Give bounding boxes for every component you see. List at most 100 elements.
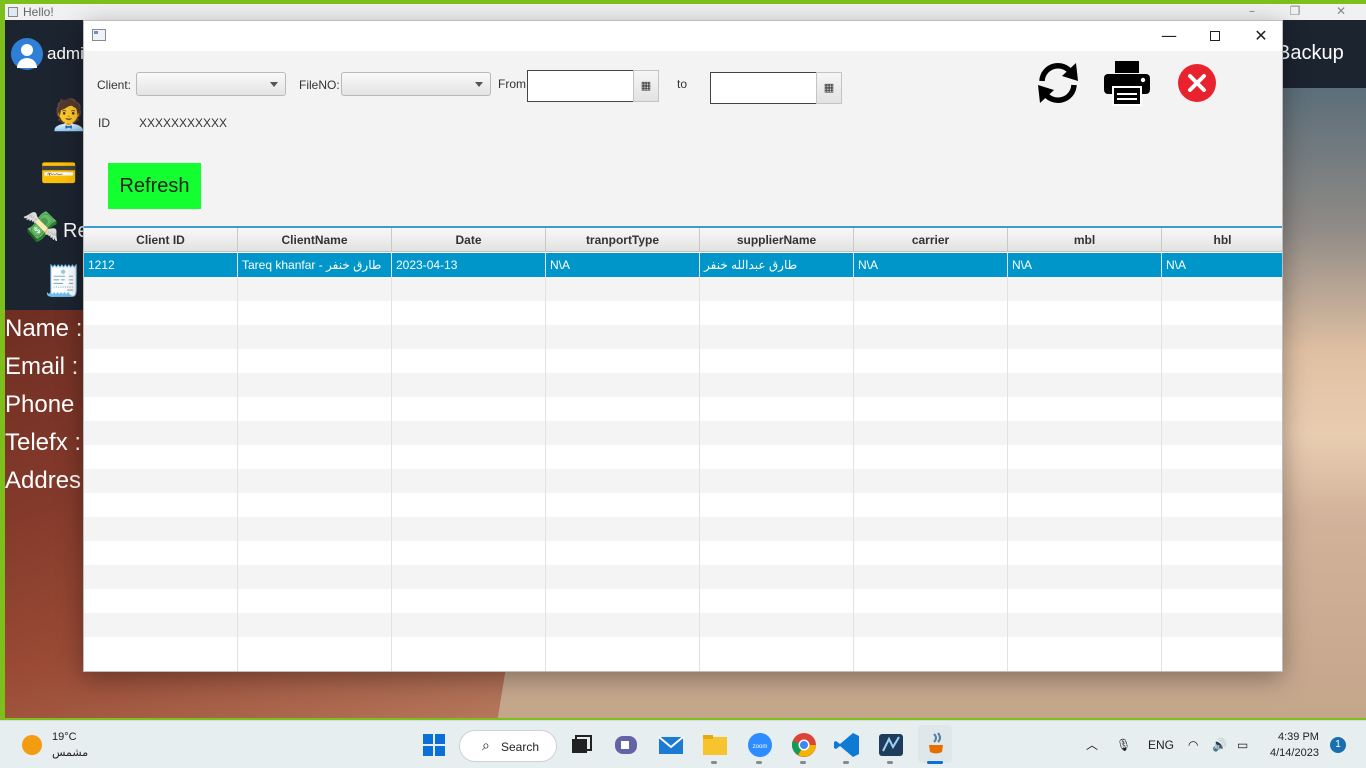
windows-start-icon[interactable] bbox=[420, 731, 448, 759]
sun-icon[interactable] bbox=[22, 735, 42, 755]
background-maximize-button[interactable]: ❐ bbox=[1285, 4, 1305, 20]
from-date-input[interactable] bbox=[527, 70, 634, 102]
id-value: XXXXXXXXXXX bbox=[139, 116, 228, 130]
column-header[interactable]: carrier bbox=[854, 228, 1008, 252]
reload-icon[interactable] bbox=[1032, 57, 1084, 109]
column-divider bbox=[237, 252, 238, 671]
to-date-input[interactable] bbox=[710, 72, 817, 104]
column-header[interactable]: tranportType bbox=[546, 228, 700, 252]
background-app-icon bbox=[8, 7, 18, 17]
from-date-picker-button[interactable]: ▦ bbox=[633, 70, 659, 102]
table-cell: طارق عبدالله خنفر bbox=[704, 258, 798, 272]
table-row[interactable] bbox=[84, 565, 1282, 589]
clock-time[interactable]: 4:39 PM bbox=[1278, 730, 1319, 744]
vscode-icon[interactable] bbox=[833, 731, 861, 759]
table-row[interactable] bbox=[84, 541, 1282, 565]
table-cell: N\A bbox=[550, 258, 571, 272]
table-cell: 1212 bbox=[88, 258, 115, 272]
table-row[interactable] bbox=[84, 613, 1282, 637]
file-explorer-icon[interactable] bbox=[701, 731, 729, 759]
column-divider bbox=[391, 252, 392, 671]
table-row[interactable] bbox=[84, 277, 1282, 301]
printer-icon[interactable] bbox=[1101, 57, 1153, 109]
column-header[interactable]: mbl bbox=[1008, 228, 1162, 252]
close-window-button[interactable]: ✕ bbox=[1238, 21, 1282, 51]
refresh-button[interactable]: Refresh bbox=[108, 163, 201, 209]
notification-badge[interactable]: 1 bbox=[1330, 737, 1346, 753]
taskbar-search-box[interactable]: ⌕ Search bbox=[459, 730, 557, 762]
chevron-up-icon[interactable]: ︿ bbox=[1086, 736, 1098, 754]
column-header[interactable]: ClientName bbox=[238, 228, 392, 252]
volume-icon[interactable]: 🔊 bbox=[1212, 736, 1227, 754]
java-icon bbox=[929, 732, 943, 754]
tax-icon[interactable]: 🧾 bbox=[43, 262, 83, 302]
table-row[interactable] bbox=[84, 301, 1282, 325]
table-row[interactable] bbox=[84, 325, 1282, 349]
battery-icon[interactable]: ▭ bbox=[1237, 736, 1248, 754]
to-date-picker-button[interactable]: ▦ bbox=[816, 72, 842, 104]
clock-date[interactable]: 4/14/2023 bbox=[1270, 746, 1319, 760]
wifi-icon[interactable]: ◠ bbox=[1188, 736, 1198, 754]
table-row[interactable] bbox=[84, 397, 1282, 421]
table-row[interactable]: 1212 Tareq khanfar - طارق خنفر 2023-04-13 N… bbox=[84, 253, 1282, 277]
background-close-button[interactable]: ✕ bbox=[1331, 4, 1351, 20]
table-row[interactable] bbox=[84, 517, 1282, 541]
chevron-down-icon bbox=[475, 82, 483, 87]
client-label: Client: bbox=[97, 78, 132, 92]
client-combobox[interactable] bbox=[136, 72, 286, 96]
language-indicator[interactable]: ENG bbox=[1148, 736, 1174, 754]
backup-label[interactable]: Backup bbox=[1277, 40, 1344, 66]
maximize-button[interactable] bbox=[1192, 21, 1238, 51]
task-view-icon[interactable] bbox=[567, 731, 595, 759]
java-app-active-highlight[interactable] bbox=[918, 725, 952, 763]
table-cell: N\A bbox=[1012, 258, 1033, 272]
table-row[interactable] bbox=[84, 421, 1282, 445]
payment-card-icon[interactable]: 💳 bbox=[39, 154, 79, 194]
weather-description[interactable]: مشمس bbox=[52, 746, 88, 760]
table-row[interactable] bbox=[84, 469, 1282, 493]
table-cell: N\A bbox=[1166, 258, 1187, 272]
weather-temperature[interactable]: 19°C bbox=[52, 730, 77, 744]
field-telefax-label: Telefx : bbox=[5, 429, 82, 456]
background-window-title: Hello! bbox=[23, 5, 54, 19]
teams-chat-icon[interactable] bbox=[612, 731, 640, 759]
fileno-combobox[interactable] bbox=[341, 72, 491, 96]
table-row[interactable] bbox=[84, 589, 1282, 613]
running-indicator bbox=[711, 761, 717, 764]
column-divider bbox=[1161, 252, 1162, 671]
column-divider bbox=[545, 252, 546, 671]
close-circle-icon[interactable] bbox=[1171, 57, 1223, 109]
mysql-workbench-icon[interactable] bbox=[877, 731, 905, 759]
table-row[interactable] bbox=[84, 373, 1282, 397]
field-address-label: Addres bbox=[5, 467, 82, 494]
window-icon bbox=[92, 29, 106, 41]
running-indicator bbox=[887, 761, 893, 764]
table-row[interactable] bbox=[84, 349, 1282, 373]
active-app-indicator bbox=[927, 761, 943, 764]
table-row[interactable] bbox=[84, 493, 1282, 517]
background-minimize-button[interactable]: – bbox=[1242, 4, 1262, 20]
column-divider bbox=[853, 252, 854, 671]
fileno-label: FileNO: bbox=[299, 78, 340, 92]
svg-text:zoom: zoom bbox=[753, 744, 768, 750]
column-divider bbox=[1007, 252, 1008, 671]
avatar-icon bbox=[11, 38, 43, 70]
money-icon[interactable]: 💸 bbox=[21, 208, 61, 248]
results-table: Client ID ClientName Date tranportType suppl… bbox=[84, 226, 1282, 671]
id-label: ID bbox=[98, 116, 110, 130]
microphone-icon[interactable]: 🎙 bbox=[1116, 736, 1131, 754]
minimize-button[interactable]: — bbox=[1146, 21, 1192, 51]
taskbar: 19°C مشمس ⌕ Search zoom ︿ 🎙 ENG ◠ 🔊 ▭ 4:… bbox=[0, 720, 1366, 768]
from-label: From bbox=[498, 77, 526, 91]
table-row[interactable] bbox=[84, 637, 1282, 661]
background-titlebar: Hello! – ❐ ✕ bbox=[5, 4, 1366, 20]
column-header[interactable]: supplierName bbox=[700, 228, 854, 252]
column-header[interactable]: Date bbox=[392, 228, 546, 252]
column-header[interactable]: Client ID bbox=[84, 228, 238, 252]
column-header[interactable]: hbl bbox=[1162, 228, 1282, 252]
table-row[interactable] bbox=[84, 445, 1282, 469]
dialog-titlebar: — ✕ bbox=[84, 21, 1282, 51]
chrome-icon[interactable] bbox=[790, 731, 818, 759]
mail-icon[interactable] bbox=[657, 731, 685, 759]
zoom-icon[interactable]: zoom bbox=[746, 731, 774, 759]
